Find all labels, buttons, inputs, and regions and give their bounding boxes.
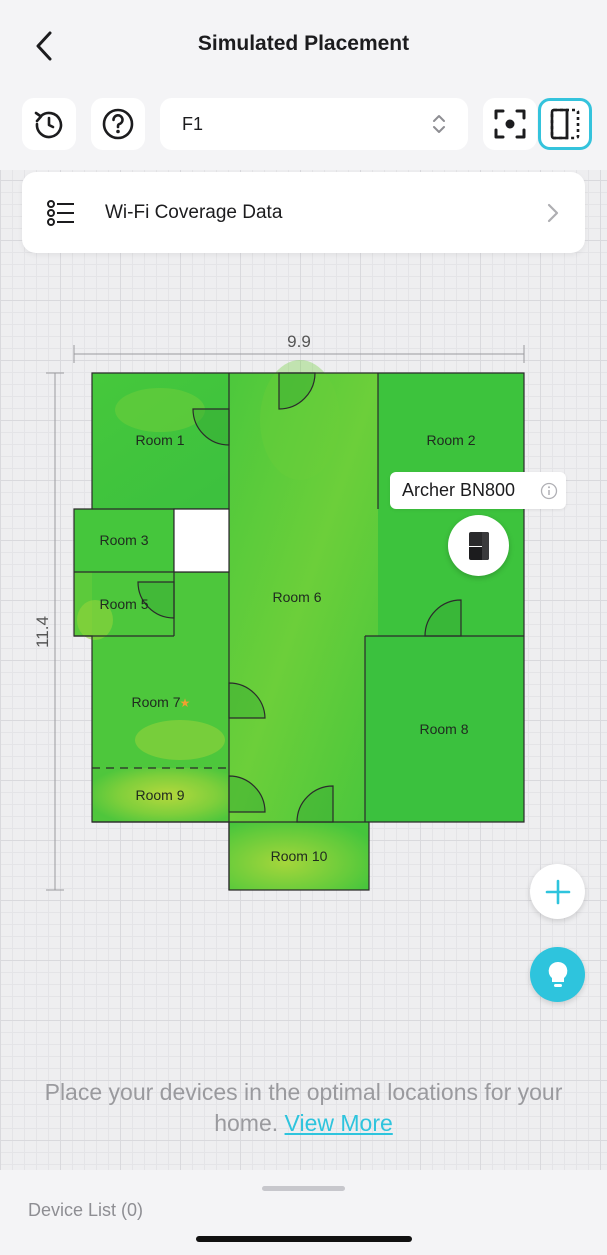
room-1-label: Room 1	[135, 432, 184, 448]
chevron-right-icon	[547, 203, 559, 223]
floor-select-value: F1	[182, 114, 204, 134]
room-5-label: Room 5	[99, 596, 148, 612]
question-circle-icon	[102, 108, 134, 140]
home-indicator	[196, 1236, 412, 1242]
lightbulb-icon	[548, 961, 567, 987]
height-label: 11.4	[33, 616, 52, 648]
device-list-sheet[interactable]: Device List (0)	[0, 1170, 607, 1255]
router-icon	[468, 531, 489, 560]
device-name-tag[interactable]: Archer BN800	[390, 472, 566, 509]
help-button[interactable]	[91, 98, 145, 150]
center-focus-button[interactable]	[483, 98, 537, 150]
room-7-label: Room 7	[131, 694, 180, 710]
router-marker[interactable]	[448, 515, 509, 576]
focus-frame-icon	[494, 109, 526, 139]
split-panel-icon	[550, 108, 580, 140]
floor-select[interactable]: F1	[160, 98, 468, 150]
device-name: Archer BN800	[402, 480, 516, 500]
placement-hint: Place your devices in the optimal locati…	[30, 1077, 577, 1139]
tips-button[interactable]	[530, 947, 585, 1002]
view-more-link[interactable]: View More	[285, 1110, 393, 1136]
plus-icon	[545, 879, 570, 904]
info-icon[interactable]	[540, 482, 558, 500]
page-title: Simulated Placement	[197, 32, 410, 55]
device-list-title[interactable]: Device List (0)	[28, 1200, 143, 1221]
add-device-button[interactable]	[530, 864, 585, 919]
sheet-grabber[interactable]	[262, 1186, 345, 1191]
wifi-coverage-data-label: Wi-Fi Coverage Data	[105, 202, 283, 223]
star-icon: ★	[180, 696, 191, 710]
room-3-label: Room 3	[99, 532, 148, 548]
top-toolbar: Simulated Placement F1	[0, 0, 607, 170]
void-area	[174, 509, 229, 572]
filter-list-icon	[47, 200, 74, 226]
room-9-label: Room 9	[135, 787, 184, 803]
history-icon	[34, 111, 63, 139]
room-10-label: Room 10	[271, 848, 328, 864]
room-6-label: Room 6	[272, 589, 321, 605]
width-label: 9.9	[287, 332, 311, 351]
room-2-label: Room 2	[426, 432, 475, 448]
room-8-label: Room 8	[419, 721, 468, 737]
height-dimension: 11.4	[33, 372, 64, 891]
wifi-coverage-data-row[interactable]: Wi-Fi Coverage Data	[22, 172, 585, 253]
width-dimension: 9.9	[73, 332, 525, 363]
chevron-up-down-icon	[433, 115, 445, 133]
undo-history-button[interactable]	[22, 98, 76, 150]
split-view-button[interactable]	[538, 98, 592, 150]
